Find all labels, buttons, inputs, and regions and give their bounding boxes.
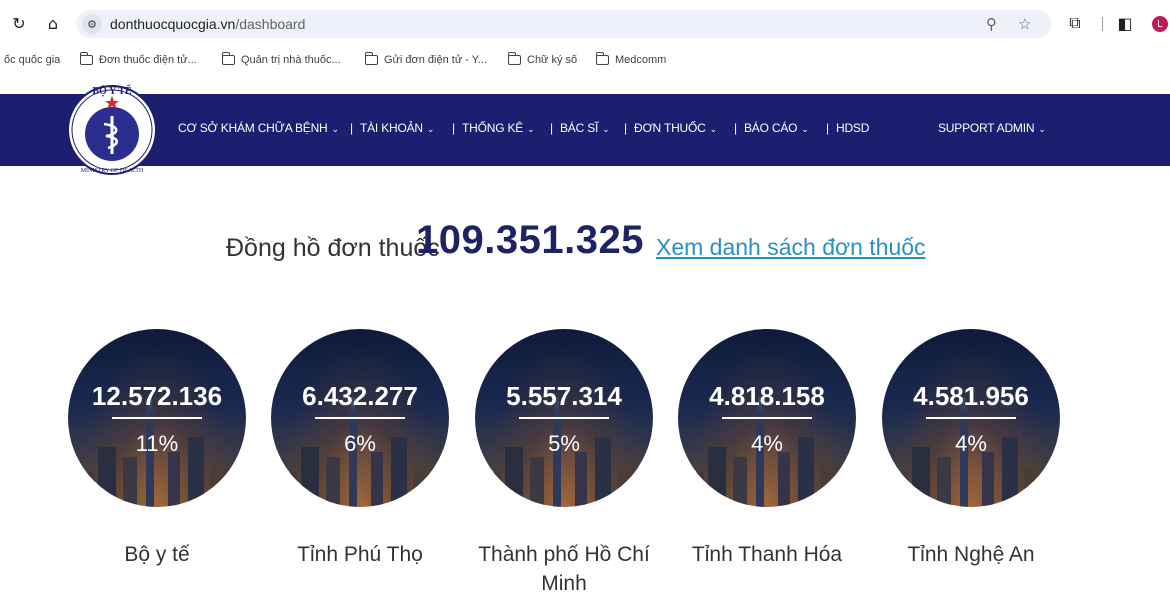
view-prescriptions-link[interactable]: Xem danh sách đơn thuốc <box>656 234 926 261</box>
bookmark-label: Đơn thuốc điện tử... <box>99 54 197 66</box>
bookmark-label: Chữ ký số <box>527 54 578 66</box>
chevron-down-icon: ⌄ <box>331 125 340 135</box>
nav-separator: | <box>550 121 554 135</box>
stat-divider <box>315 417 405 419</box>
site-info-icon[interactable]: ⚙ <box>82 14 102 34</box>
chevron-down-icon: ⌄ <box>1038 125 1046 135</box>
nav-user-menu[interactable]: SUPPORT ADMIN ⌄ <box>938 121 1046 135</box>
stat-divider <box>519 417 609 419</box>
bookmark-label: Medcomm <box>615 54 667 66</box>
bookmark-item[interactable]: Chữ ký số <box>507 52 578 66</box>
nav-prescriptions[interactable]: ĐƠN THUỐC ⌄ <box>634 121 717 135</box>
stat-count: 4.581.956 <box>913 381 1029 411</box>
stat-name: Bộ y tế <box>124 543 190 566</box>
zoom-icon[interactable]: ⚲ <box>986 15 997 33</box>
counter-label: Đồng hồ đơn thuốc <box>226 234 440 262</box>
stat-percent: 6% <box>344 431 376 456</box>
folder-icon <box>79 52 93 65</box>
nav-label: HDSD <box>836 121 870 135</box>
side-panel-icon[interactable]: ◧ <box>1114 12 1136 34</box>
home-icon[interactable]: ⌂ <box>42 12 64 34</box>
stat-name: Thành phố Hồ Chí Minh <box>478 543 650 595</box>
folder-icon <box>364 52 378 65</box>
counter-value: 109.351.325 <box>416 218 644 262</box>
nav-separator: | <box>624 121 628 135</box>
chevron-down-icon: ⌄ <box>527 125 535 135</box>
profile-avatar[interactable]: L <box>1152 16 1168 32</box>
nav-guide[interactable]: HDSD <box>836 121 869 135</box>
reload-icon[interactable]: ↻ <box>8 12 30 34</box>
bookmark-label: Gửi đơn điện tử - Y... <box>384 54 487 66</box>
nav-reports[interactable]: BÁO CÁO ⌄ <box>744 121 809 135</box>
nav-user-label: SUPPORT ADMIN <box>938 121 1035 135</box>
stat-percent: 11% <box>135 431 179 456</box>
stat-name: Tỉnh Nghệ An <box>907 543 1035 566</box>
nav-separator: | <box>826 121 830 135</box>
logo-top-text: BỘ Y TẾ <box>92 84 131 97</box>
chevron-down-icon: ⌄ <box>426 125 435 135</box>
nav-label: TÀI KHOẢN <box>360 121 423 135</box>
stat-percent: 5% <box>548 431 580 456</box>
stat-circle[interactable]: 5.557.314 5% <box>475 329 653 507</box>
nav-separator: | <box>452 121 456 135</box>
bookmark-star-icon[interactable]: ☆ <box>1018 15 1031 33</box>
nav-label: CƠ SỞ KHÁM CHỮA BỆNH <box>178 121 328 135</box>
bookmarks-bar: ốc quốc gia Đơn thuốc điện tử... Quản tr… <box>0 46 1170 76</box>
extensions-icon[interactable]: ⧉ <box>1064 12 1086 34</box>
nav-label: BÁC SĨ <box>560 121 599 135</box>
nav-separator: | <box>350 121 354 135</box>
bookmark-item[interactable]: ốc quốc gia <box>4 54 60 66</box>
browser-toolbar: ↻ ⌂ ⚙ donthuocquocgia.vn/dashboard ⚲ ☆ ⧉… <box>0 0 1170 46</box>
stat-count: 6.432.277 <box>302 381 418 411</box>
stat-percent: 4% <box>751 431 783 456</box>
stat-circle[interactable]: 4.581.956 4% <box>882 329 1060 507</box>
stat-circle[interactable]: 12.572.136 11% <box>68 329 246 507</box>
nav-label: THỐNG KÊ <box>462 121 524 135</box>
nav-facilities[interactable]: CƠ SỞ KHÁM CHỮA BỆNH ⌄ <box>178 121 339 135</box>
nav-label: BÁO CÁO <box>744 121 798 135</box>
logo-bottom-text: MINISTRY OF HEALTH <box>81 168 144 174</box>
stat-circle[interactable]: 4.818.158 4% <box>678 329 856 507</box>
toolbar-divider <box>1102 17 1103 31</box>
bookmark-item[interactable]: Gửi đơn điện tử - Y... <box>364 52 487 66</box>
chevron-down-icon: ⌄ <box>709 125 718 135</box>
bookmark-label: Quản trị nhà thuốc... <box>241 54 341 66</box>
nav-doctors[interactable]: BÁC SĨ ⌄ <box>560 121 610 135</box>
nav-account[interactable]: TÀI KHOẢN ⌄ <box>360 121 434 135</box>
bookmark-item[interactable]: Medcomm <box>595 52 667 66</box>
url-domain: donthuocquocgia.vn <box>110 16 236 32</box>
stat-divider <box>112 417 202 419</box>
stat-name: Tỉnh Thanh Hóa <box>691 543 843 566</box>
stat-percent: 4% <box>955 431 987 456</box>
stat-count: 4.818.158 <box>709 381 825 411</box>
chevron-down-icon: ⌄ <box>801 125 809 135</box>
bookmark-label: ốc quốc gia <box>4 54 61 66</box>
folder-icon <box>221 52 235 65</box>
stat-count: 12.572.136 <box>91 381 223 411</box>
folder-icon <box>595 52 609 65</box>
nav-separator: | <box>734 121 738 135</box>
chevron-down-icon: ⌄ <box>602 125 610 135</box>
stat-divider <box>722 417 812 419</box>
bookmark-item[interactable]: Đơn thuốc điện tử... <box>79 52 197 66</box>
bookmark-item[interactable]: Quản trị nhà thuốc... <box>221 52 341 66</box>
prescription-counter: Đồng hồ đơn thuốc 109.351.325 Xem danh s… <box>0 214 1170 274</box>
folder-icon <box>507 52 521 65</box>
url-path: /dashboard <box>235 16 306 32</box>
ministry-of-health-logo[interactable]: BỘ Y TẾ MINISTRY OF HEALTH <box>62 82 170 182</box>
nav-label: ĐƠN THUỐC <box>634 121 706 135</box>
address-bar[interactable]: ⚙ donthuocquocgia.vn/dashboard ⚲ ☆ <box>76 10 1052 38</box>
url-text[interactable]: donthuocquocgia.vn/dashboard <box>110 16 305 32</box>
stat-divider <box>926 417 1016 419</box>
stat-count: 5.557.314 <box>506 381 622 411</box>
stat-name: Tỉnh Phú Thọ <box>297 543 423 566</box>
nav-statistics[interactable]: THỐNG KÊ ⌄ <box>462 121 535 135</box>
stat-circle[interactable]: 6.432.277 6% <box>271 329 449 507</box>
